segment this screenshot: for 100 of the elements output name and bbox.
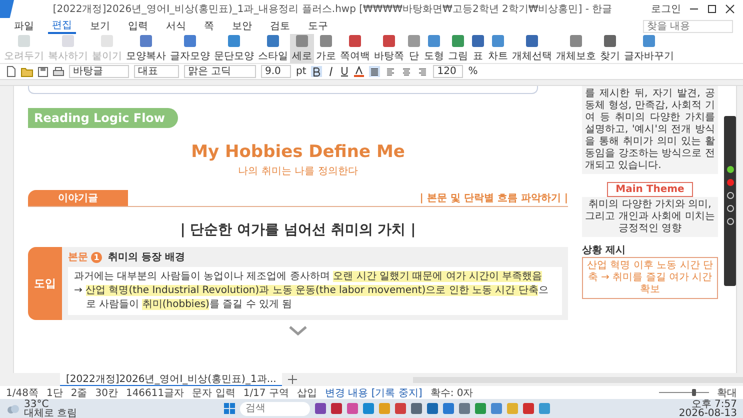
ribbon-button[interactable]: 모양복사 (124, 34, 168, 63)
status-item: 문자 입력 (192, 386, 236, 400)
menu-item[interactable]: 파일 (10, 19, 38, 33)
ribbon-button[interactable]: 바탕쪽 (372, 34, 406, 63)
body-label: 본문 (68, 251, 88, 264)
status-item: 146611글자 (126, 386, 184, 400)
clock-time: 오후 7:57 (691, 400, 737, 408)
language-dropdown[interactable]: 대표 (134, 65, 179, 78)
underline-icon[interactable] (340, 66, 350, 77)
menu-item[interactable]: 입력 (124, 19, 152, 33)
menu-item[interactable]: 도구 (304, 19, 332, 33)
situation-title: 상황 제시 (582, 245, 626, 257)
taskbar-app-icon[interactable] (458, 403, 470, 414)
taskbar-app-icon[interactable] (538, 403, 550, 414)
taskbar-app-icon[interactable] (442, 403, 454, 414)
bold-icon[interactable] (311, 66, 322, 77)
add-tab-icon[interactable] (288, 375, 298, 384)
style-dropdown[interactable]: 바탕글 (69, 65, 129, 78)
login-link[interactable]: 로그인 (651, 2, 681, 16)
taskbar-app-icon[interactable] (346, 403, 358, 414)
chevron-down-icon[interactable] (289, 326, 307, 336)
ribbon-button[interactable]: 글자모양 (168, 34, 212, 63)
ribbon-button[interactable]: 차트 (486, 34, 510, 63)
theme-paragraph: 취미의 다양한 가치와 의미, 그리고 개인과 사회에 미치는 긍정적인 영향 (582, 197, 718, 237)
status-item: 삽입 (296, 386, 317, 400)
ribbon-button[interactable]: 쪽여백 (338, 34, 372, 63)
zoom-slider-thumb[interactable] (692, 389, 696, 396)
font-dropdown[interactable]: 맑은 고딕 (184, 65, 256, 78)
start-icon[interactable] (224, 403, 234, 414)
ribbon-button[interactable]: 글자바꾸기 (622, 34, 676, 63)
align-center-icon[interactable] (401, 66, 412, 77)
document-title: My Hobbies Define Me (190, 142, 406, 162)
situation-box: 산업 혁명 이후 노동 시간 단축 → 취미를 즐길 여가 시간 확보 (582, 257, 718, 299)
document-subtitle: 나의 취미는 나를 정의한다 (237, 165, 359, 178)
ribbon-button[interactable]: 개체선택 (510, 34, 554, 63)
status-item: 확수: 0자 (430, 386, 474, 400)
align-right-icon[interactable] (417, 66, 428, 77)
section-badge: Reading Logic Flow (28, 108, 178, 128)
section-hint: | 본문 및 단락별 흐름 파악하기 | (420, 192, 568, 205)
menu-item[interactable]: 보안 (228, 19, 256, 33)
line-spacing-field[interactable]: 120 (433, 65, 464, 78)
close-icon[interactable] (725, 4, 735, 14)
section-heading: | 단순한 여가를 넘어선 취미의 가치 | (179, 221, 417, 239)
ribbon-button[interactable]: 찾기 (598, 34, 622, 63)
ribbon-button[interactable]: 개체보호 (554, 34, 598, 63)
main-theme-button[interactable]: Main Theme (606, 182, 694, 197)
status-item: 1단 (46, 386, 63, 400)
maximize-icon[interactable] (707, 4, 717, 14)
taskbar-app-icon[interactable] (474, 403, 486, 414)
font-size-unit: pt (296, 66, 306, 77)
status-item: 30칸 (95, 386, 118, 400)
temperature: 33°C (24, 400, 49, 408)
folder-icon[interactable] (21, 66, 33, 76)
window-title: [2022개정]2026년_영어I_비상(홍민표)_1과_내용정리 플러스.hwp [₩₩₩₩바탕화면₩고등2학년 2학기₩비상홍민] - 한글 (52, 3, 614, 16)
ribbon-button[interactable]: 도형 (422, 34, 446, 63)
italic-icon[interactable] (327, 66, 336, 77)
ribbon-button[interactable]: 세로 (290, 34, 314, 63)
ribbon-button[interactable]: 스타일 (256, 34, 290, 63)
body-paragraph: → 산업 혁명(the Industrial Revolution)과 노동 운동(the labor movement)으로 인한 노동 시간 단축으로 사람들이 취미(hobbies)를 즐길 수 있게 됨 (74, 284, 550, 312)
document-tab[interactable]: [2022개정]2026년_영어I_비상(홍민표)_1과... (60, 373, 282, 386)
summary-paragraph: 를 제시한 뒤, 자기 발견, 공동체 형성, 만족감, 사회적 기여 등 취미의 다양한 가치를 설명하고, '예시'의 전개 방식을 통해 취미가 의미 있는 활동임을 강조하는 방식으로 전개되고 있습니다. (582, 86, 718, 174)
find-field[interactable]: 찾을 내용 (643, 20, 733, 32)
menu-item[interactable]: 보기 (86, 19, 114, 33)
font-size-field[interactable]: 9.0 (261, 65, 291, 78)
ribbon-button[interactable]: 표 (470, 34, 486, 63)
align-left-icon[interactable] (385, 66, 396, 77)
taskbar-app-icon[interactable] (410, 403, 422, 414)
app-logo-icon (0, 0, 14, 18)
taskbar-app-icon[interactable] (362, 403, 374, 414)
taskbar-search-field[interactable]: 검색 (240, 402, 310, 416)
ribbon-button[interactable]: 가로 (314, 34, 338, 63)
ribbon-button[interactable]: 단 (406, 34, 422, 63)
menu-item[interactable]: 쪽 (200, 19, 218, 33)
taskbar-app-icon[interactable] (490, 403, 502, 414)
vertical-scrollbar[interactable] (736, 86, 743, 373)
taskbar-app-icon[interactable] (426, 403, 438, 414)
status-item: 1/17 구역 (243, 386, 289, 400)
text-color-icon[interactable] (354, 66, 364, 77)
zoom-label[interactable]: 확대 (717, 386, 737, 400)
line-spacing-unit: % (468, 66, 478, 77)
ribbon-button[interactable]: 그림 (446, 34, 470, 63)
clock-date: 2026-08-13 (678, 408, 737, 418)
taskbar-app-icon[interactable] (330, 403, 342, 414)
menu-item[interactable]: 서식 (162, 19, 190, 33)
new-document-icon[interactable] (6, 66, 16, 77)
intro-tag: 도입 (28, 247, 62, 320)
menu-item[interactable]: 검토 (266, 19, 294, 33)
menu-item[interactable]: 편집 (48, 18, 76, 34)
number-badge: 1 (91, 252, 102, 262)
taskbar-app-icon[interactable] (394, 403, 406, 414)
taskbar-app-icon[interactable] (522, 403, 534, 414)
taskbar-app-icon[interactable] (314, 403, 326, 414)
status-item: 2줄 (70, 386, 88, 400)
align-justify-icon[interactable] (369, 66, 380, 77)
floating-toolbar[interactable] (724, 116, 736, 286)
print-icon[interactable] (53, 66, 64, 76)
save-icon[interactable] (38, 66, 48, 76)
weather-text: 대체로 흐림 (24, 408, 78, 418)
body-label-title: 취미의 등장 배경 (108, 251, 185, 264)
ribbon-button[interactable]: 문단모양 (212, 34, 256, 63)
